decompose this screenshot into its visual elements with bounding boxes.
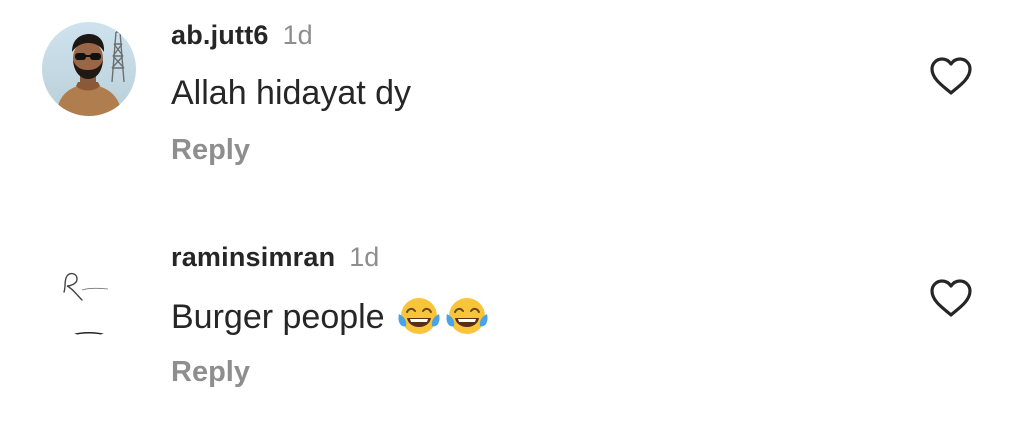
handwritten-logo-icon (42, 242, 136, 336)
timestamp: 1d (349, 242, 380, 272)
heart-outline-icon (930, 57, 972, 95)
avatar[interactable] (42, 242, 136, 336)
like-button[interactable] (928, 277, 974, 319)
face-with-tears-of-joy-icon (398, 298, 440, 334)
face-with-tears-of-joy-icon (446, 298, 488, 334)
comment-list: ab.jutt6 1d Allah hidayat dy Reply ramin… (0, 0, 1024, 448)
comment-header: ab.jutt6 1d (171, 20, 313, 52)
comment-item: ab.jutt6 1d Allah hidayat dy Reply (0, 0, 1024, 200)
heart-outline-icon (930, 279, 972, 317)
comment-text: Allah hidayat dy (171, 74, 411, 113)
reply-button[interactable]: Reply (171, 356, 250, 389)
reply-button[interactable]: Reply (171, 134, 250, 167)
like-button[interactable] (928, 55, 974, 97)
comment-body: Allah hidayat dy (171, 74, 412, 112)
avatar[interactable] (42, 22, 136, 116)
profile-photo-icon (42, 22, 136, 116)
username[interactable]: raminsimran (171, 242, 335, 273)
comment-text: Burger people (171, 296, 489, 338)
username[interactable]: ab.jutt6 (171, 20, 269, 51)
comment-header: raminsimran 1d (171, 242, 379, 274)
timestamp: 1d (282, 20, 313, 50)
comment-item: raminsimran 1d Burger people Reply (0, 222, 1024, 422)
comment-body: Burger people (171, 297, 385, 336)
